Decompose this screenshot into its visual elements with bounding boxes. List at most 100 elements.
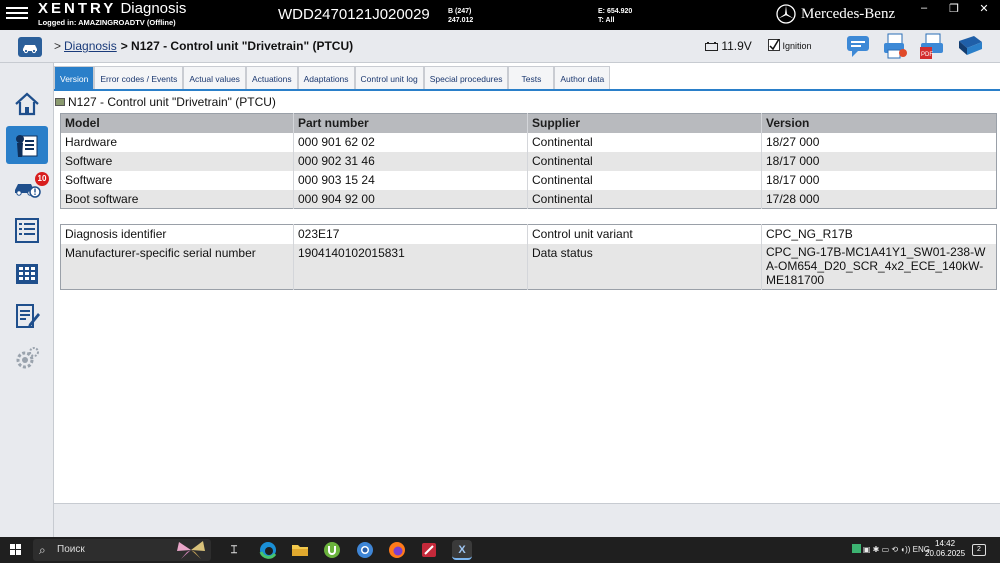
battery-voltage: 11.9V (705, 39, 752, 53)
tray-icons[interactable]: ▣ ✱ ▭ ⟲ ◖)) (863, 545, 913, 554)
maximize-button[interactable]: ❐ (946, 2, 962, 16)
control-units-grid-icon[interactable] (6, 254, 48, 292)
table-header-row: Model Part number Supplier Version (60, 113, 997, 133)
value-serial-number: 1904140102015831 (293, 243, 528, 289)
svg-text:PDF: PDF (921, 52, 933, 58)
cell-model: Boot software (60, 189, 294, 209)
task-view-icon[interactable]: ⌶ (224, 540, 244, 560)
table-row[interactable]: Manufacturer-specific serial number 1904… (60, 243, 997, 289)
column-header-version[interactable]: Version (761, 113, 997, 133)
breadcrumb-separator: > (54, 39, 62, 53)
chrome-like-icon[interactable] (355, 540, 375, 560)
taskbar-search-input[interactable]: ⌕ Поиск (33, 539, 211, 561)
value-diagnosis-identifier: 023E17 (293, 224, 528, 244)
tab-special-procedures[interactable]: Special procedures (423, 66, 509, 90)
cell-version: 18/17 000 (766, 172, 820, 187)
firefox-icon[interactable] (387, 540, 407, 560)
cell-supplier: Continental (527, 132, 762, 152)
header-bar: > Diagnosis > N127 - Control unit "Drivetr… (0, 30, 1000, 63)
engine-transmission-info: E: 654.920 T: All (598, 7, 632, 25)
tab-bar: Version Error codes / Events Actual valu… (54, 66, 611, 90)
model-line-1: B (247) (448, 8, 472, 15)
status-bar (54, 503, 1000, 537)
version-table: Model Part number Supplier Version Hardw… (60, 113, 997, 209)
control-unit-icon (55, 98, 65, 106)
app-brand: XENTRY Diagnosis (38, 1, 186, 16)
tray-app-icon[interactable] (851, 544, 861, 553)
panel-title-text: N127 - Control unit "Drivetrain" (PTCU) (68, 95, 276, 109)
breadcrumb: > Diagnosis > N127 - Control unit "Drivetr… (54, 39, 353, 53)
cell-supplier: Continental (527, 170, 762, 190)
minimize-button[interactable]: – (916, 2, 932, 16)
label-control-unit-variant: Control unit variant (527, 224, 762, 244)
notifications-button[interactable]: 2 (972, 544, 986, 556)
tab-adaptations[interactable]: Adaptations (297, 66, 355, 90)
utorrent-icon[interactable] (322, 540, 342, 560)
tab-error-codes[interactable]: Error codes / Events (94, 66, 184, 90)
value-control-unit-variant: CPC_NG_R17B (766, 227, 853, 241)
tab-author-data[interactable]: Author data (554, 66, 611, 90)
login-status: Logged in: AMAZINGROADTV (Offline) (38, 18, 176, 27)
xentry-icon[interactable]: X (452, 540, 472, 560)
cell-version: 18/27 000 (766, 134, 820, 149)
search-icon: ⌕ (39, 543, 46, 557)
table-row[interactable]: Software 000 903 15 24 Continental 18/17… (60, 170, 997, 190)
vehicle-model-info: B (247) 247.012 (448, 7, 473, 25)
close-button[interactable]: ✕ (976, 2, 992, 16)
warning-count-badge: 10 (35, 172, 49, 186)
cell-part-number: 000 903 15 24 (293, 170, 528, 190)
cell-supplier: Continental (527, 189, 762, 209)
manual-book-icon[interactable] (956, 33, 984, 60)
label-serial-number: Manufacturer-specific serial number (60, 243, 294, 289)
cell-model: Software (60, 170, 294, 190)
tab-actual-values[interactable]: Actual values (183, 66, 246, 90)
brand-name: XENTRY (38, 0, 117, 17)
breadcrumb-current: > N127 - Control unit "Drivetrain" (PTCU… (120, 39, 354, 53)
settings-gears-icon[interactable] (6, 339, 48, 377)
home-icon[interactable] (6, 85, 48, 123)
column-header-supplier[interactable]: Supplier (527, 113, 762, 133)
tab-version[interactable]: Version (54, 66, 95, 90)
windows-taskbar: ⌕ Поиск ⌶ X ▣ ✱ ▭ ⟲ ◖)) ENG 14:42 20.06.… (0, 537, 1000, 563)
tab-actuations[interactable]: Actuations (245, 66, 298, 90)
column-header-part-number[interactable]: Part number (293, 113, 528, 133)
teamviewer-icon[interactable] (419, 540, 439, 560)
system-tray: ▣ ✱ ▭ ⟲ ◖)) ENG (851, 544, 930, 554)
ignition-status: Ignition (768, 38, 812, 51)
table-row[interactable]: Boot software 000 904 92 00 Continental … (60, 189, 997, 209)
vehicle-button[interactable] (18, 37, 42, 57)
column-header-model[interactable]: Model (60, 113, 294, 133)
edit-document-icon[interactable] (6, 297, 48, 335)
car-icon (23, 45, 37, 54)
cell-model: Software (60, 151, 294, 171)
ignition-label: Ignition (782, 41, 812, 51)
file-explorer-icon[interactable] (290, 540, 310, 560)
maker-name: Mercedes-Benz (801, 6, 896, 22)
chat-icon[interactable] (846, 33, 874, 60)
print-preview-icon[interactable] (882, 33, 910, 60)
table-row[interactable]: Software 000 902 31 46 Continental 18/17… (60, 151, 997, 171)
tab-tests[interactable]: Tests (508, 66, 555, 90)
title-bar: XENTRY Diagnosis Logged in: AMAZINGROADT… (0, 0, 1000, 30)
cell-part-number: 000 904 92 00 (293, 189, 528, 209)
edge-icon[interactable] (258, 540, 278, 560)
clock-date: 20.06.2025 (925, 549, 966, 558)
cell-part-number: 000 902 31 46 (293, 151, 528, 171)
windows-start-icon[interactable] (10, 544, 22, 556)
list-icon[interactable] (6, 211, 48, 249)
hamburger-menu-icon[interactable] (6, 6, 28, 24)
cell-supplier: Continental (527, 151, 762, 171)
pdf-print-icon[interactable]: PDF (919, 33, 947, 60)
transmission-line: T: All (598, 17, 615, 24)
engine-line: E: 654.920 (598, 8, 633, 15)
table-row[interactable]: Hardware 000 901 62 02 Continental 18/27… (60, 132, 997, 152)
breadcrumb-diagnosis-link[interactable]: Diagnosis (64, 39, 117, 53)
system-clock[interactable]: 14:42 20.06.2025 (925, 539, 965, 559)
diagnosis-report-icon[interactable] (6, 126, 48, 164)
label-diagnosis-identifier: Diagnosis identifier (60, 224, 294, 244)
value-data-status: CPC_NG-17B-MC1A41Y1_SW01-238-WA-OM654_D2… (761, 243, 997, 289)
table-row[interactable]: Diagnosis identifier 023E17 Control unit… (60, 224, 997, 244)
tab-control-unit-log[interactable]: Control unit log (354, 66, 424, 90)
left-sidebar: 10 (0, 63, 54, 537)
clock-time: 14:42 (935, 539, 956, 548)
